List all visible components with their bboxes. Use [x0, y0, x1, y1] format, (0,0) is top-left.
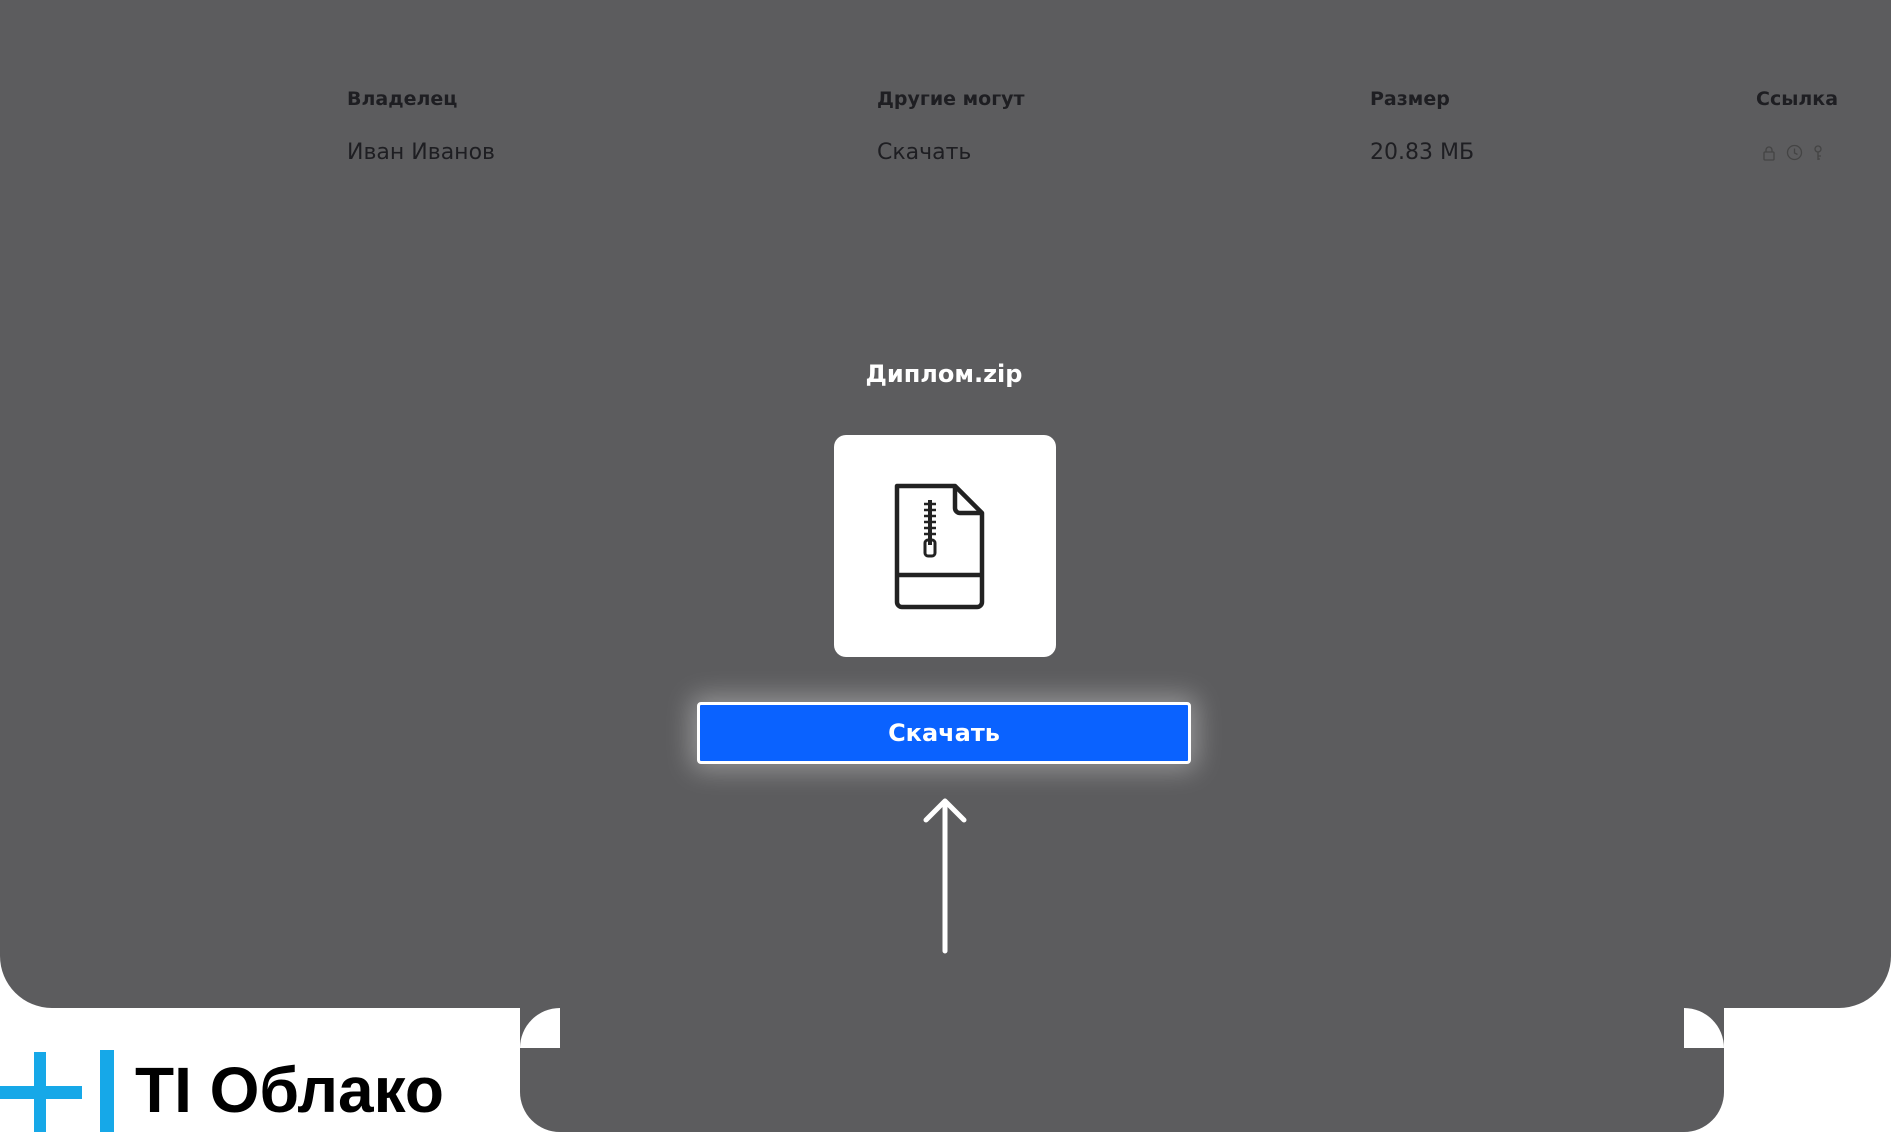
file-name: Диплом.zip: [865, 360, 1023, 388]
permissions-header: Другие могут: [877, 88, 1025, 110]
permissions-value: Скачать: [877, 140, 972, 165]
up-arrow-icon: [923, 798, 967, 954]
brand-logo: TI Облако: [0, 1048, 520, 1132]
backdrop-corner-right: [1684, 1008, 1724, 1048]
size-header: Размер: [1370, 88, 1450, 110]
link-settings: [1762, 144, 1823, 161]
brand-name: TI Облако: [135, 1054, 444, 1126]
download-button[interactable]: Скачать: [697, 702, 1191, 764]
plus-bar-logo-icon: [0, 1050, 114, 1132]
link-header: Ссылка: [1756, 88, 1839, 110]
size-value: 20.83 МБ: [1370, 140, 1475, 165]
clock-icon[interactable]: [1786, 144, 1803, 161]
file-preview: [834, 435, 1056, 657]
page-backdrop-lower: [520, 940, 1724, 1132]
backdrop-corner-left: [520, 1008, 560, 1048]
zip-file-icon: [894, 483, 985, 610]
owner-header: Владелец: [347, 88, 458, 110]
owner-value: Иван Иванов: [347, 140, 495, 165]
lock-icon[interactable]: [1762, 145, 1776, 161]
key-icon[interactable]: [1813, 144, 1823, 161]
